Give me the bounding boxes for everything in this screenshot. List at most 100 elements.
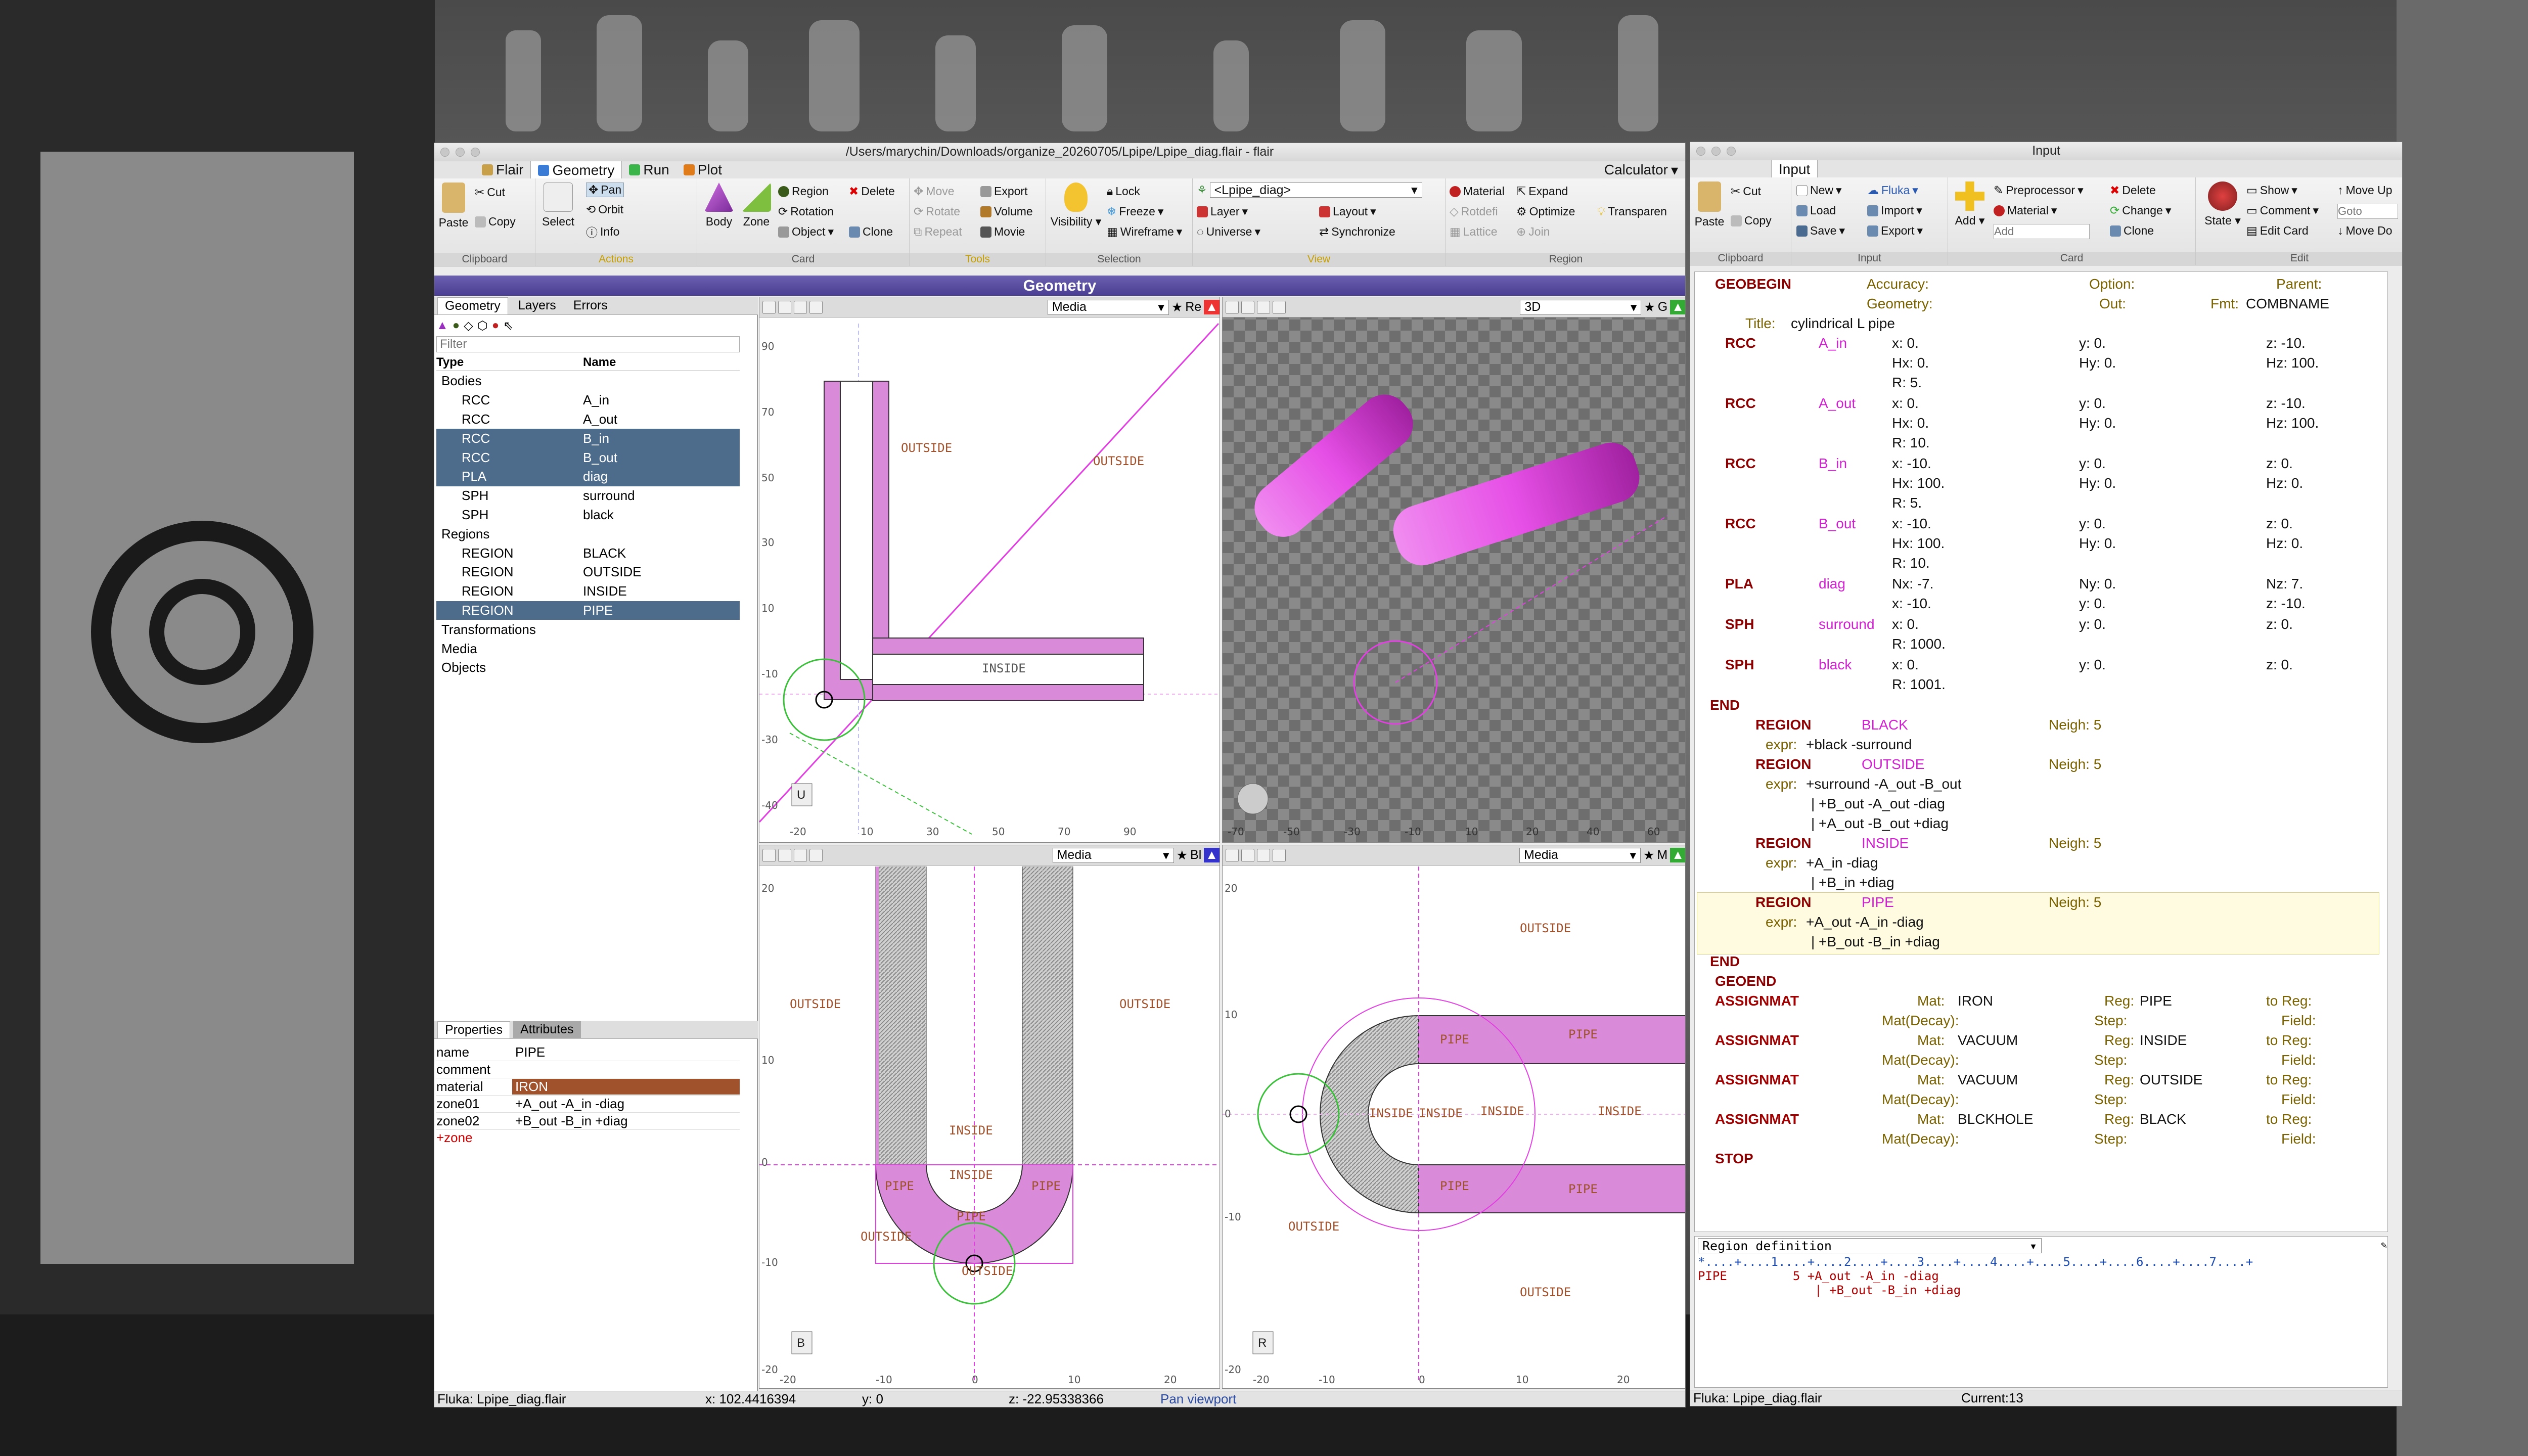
region-name[interactable]: OUTSIDE (1862, 756, 1924, 772)
tab-geometry[interactable]: Geometry (530, 160, 622, 179)
body-field[interactable]: R: 5. (1892, 375, 1922, 391)
tree-row[interactable]: REGION OUTSIDE (436, 563, 740, 582)
body-field[interactable]: y: 0. (2079, 395, 2106, 412)
export-button[interactable]: Export (980, 185, 1027, 198)
input-clone-button[interactable]: Clone (2110, 224, 2154, 238)
info-button[interactable]: ⓘ Info (586, 223, 619, 240)
add-card-input[interactable] (1994, 224, 2090, 239)
body-field[interactable]: z: 0. (2266, 456, 2293, 472)
body-field[interactable]: x: 0. (1892, 395, 1919, 412)
zoom-icon[interactable] (794, 300, 807, 314)
color-icon[interactable]: ▲ (1204, 300, 1220, 314)
body-field[interactable]: z: -10. (2266, 335, 2306, 351)
edit-card-button[interactable]: ▤ Edit Card (2246, 224, 2309, 238)
body-field[interactable]: y: 0. (2079, 335, 2106, 351)
move-down-button[interactable]: ↓ Move Do (2337, 224, 2392, 238)
card-assignmat[interactable]: ASSIGNMAT (1715, 1072, 1799, 1088)
body-field[interactable]: Hx: 0. (1892, 355, 1929, 371)
input-copy-button[interactable]: Copy (1731, 214, 1772, 228)
region-filter-icon[interactable]: ● (453, 318, 460, 333)
rotate-button[interactable]: ⟳ Rotate (914, 205, 960, 218)
tree-row[interactable]: RCC A_out (436, 410, 740, 429)
preprocessor-button[interactable]: ✎ Preprocessor ▾ (1994, 184, 2084, 197)
region-expr[interactable]: +black -surround (1806, 737, 1912, 753)
body-field[interactable]: Hy: 0. (2079, 355, 2116, 371)
input-minimize-button[interactable] (1711, 147, 1721, 156)
comment-button[interactable]: ▭ Comment ▾ (2246, 204, 2319, 217)
material-button[interactable]: Material (1450, 185, 1505, 198)
tree-row[interactable]: RCC B_out (436, 448, 740, 467)
optimize-button[interactable]: ⚙ Optimize (1516, 205, 1575, 218)
body-field[interactable]: Hx: 100. (1892, 475, 1945, 491)
universe-button[interactable]: ◌ Universe ▾ (1197, 225, 1260, 239)
star-icon[interactable]: ★ (1643, 848, 1654, 863)
region-expr[interactable]: | +A_out -B_out +diag (1811, 815, 1949, 832)
zoom-icon[interactable] (794, 848, 807, 862)
body-button[interactable]: Body (701, 183, 737, 229)
editor-line-1[interactable]: PIPE 5 +A_out -A_in -diag (1695, 1269, 2387, 1283)
body-type[interactable]: SPH (1725, 616, 1754, 632)
tree-row[interactable]: Transformations (436, 620, 740, 639)
viewport-menu-icon[interactable] (1226, 300, 1239, 314)
property-value[interactable]: PIPE (512, 1044, 740, 1060)
viewport-bottom-left[interactable]: Media ▾ ★ Bl ▲ OUTSIDE OUTSIDE INSIDE IN… (759, 845, 1220, 1389)
region-expr[interactable]: +A_in -diag (1806, 855, 1878, 871)
tree-row[interactable]: Media (436, 639, 740, 658)
tree-row[interactable]: PLA diag (436, 467, 740, 486)
body-field[interactable]: z: -10. (2266, 395, 2306, 412)
viewport-menu-icon[interactable] (1226, 848, 1239, 862)
arrow-icon[interactable] (1273, 848, 1286, 862)
viewport-mode-tr[interactable]: 3D ▾ (1520, 299, 1642, 315)
import-button[interactable]: Import ▾ (1867, 204, 1922, 217)
card-end[interactable]: END (1710, 697, 1740, 713)
body-field[interactable]: z: -10. (2266, 596, 2306, 612)
body-field[interactable]: R: 10. (1892, 555, 1930, 571)
tree-row[interactable]: REGION INSIDE (436, 582, 740, 601)
assign-mat-value[interactable]: VACUUM (1958, 1032, 2018, 1049)
edit-pencil-icon[interactable]: ✎ (2381, 1241, 2387, 1251)
region-expr[interactable]: | +B_out -B_in +diag (1811, 934, 1940, 950)
state-button[interactable]: State ▾ (2200, 181, 2245, 228)
tree-row[interactable]: REGION BLACK (436, 543, 740, 563)
body-field[interactable]: x: 0. (1892, 657, 1919, 673)
region-kw[interactable]: REGION (1755, 894, 1811, 911)
input-export-button[interactable]: Export ▾ (1867, 224, 1923, 238)
viewport-mode-br[interactable]: Media ▾ (1519, 847, 1641, 863)
goto-input[interactable] (2337, 204, 2398, 219)
editor-mode-combo[interactable]: Region definition ▾ (1698, 1238, 2042, 1253)
color-icon[interactable]: ▲ (1670, 300, 1685, 314)
body-field[interactable]: x: -10. (1892, 456, 1931, 472)
load-button[interactable]: Load (1796, 204, 1836, 217)
card-geobegin[interactable]: GEOBEGIN (1715, 276, 1791, 292)
region-expr[interactable]: | +B_in +diag (1811, 875, 1894, 891)
input-zoom-button[interactable] (1727, 147, 1736, 156)
property-row[interactable]: comment (436, 1061, 740, 1078)
orbit-button[interactable]: ⟲ Orbit (586, 203, 623, 216)
card-assignmat[interactable]: ASSIGNMAT (1715, 993, 1799, 1009)
assign-mat-value[interactable]: VACUUM (1958, 1072, 2018, 1088)
tab-errors[interactable]: Errors (566, 297, 615, 314)
tab-flair[interactable]: Flair (475, 161, 530, 179)
zone-button[interactable]: Zone (739, 183, 774, 229)
region-expr[interactable]: +A_out -A_in -diag (1806, 914, 1924, 930)
property-row[interactable]: zone01 +A_out -A_in -diag (436, 1096, 740, 1113)
card-end-2[interactable]: END (1710, 953, 1740, 970)
body-field[interactable]: x: 0. (1892, 616, 1919, 632)
body-type[interactable]: RCC (1725, 516, 1756, 532)
body-name[interactable]: A_out (1819, 395, 1856, 412)
body-name[interactable]: diag (1819, 576, 1845, 592)
viewport-menu-icon[interactable] (762, 300, 776, 314)
tree-header-type[interactable]: Type (436, 355, 583, 370)
rotation-button[interactable]: ⟳ Rotation (778, 205, 834, 218)
axis-gizmo-3d[interactable] (1237, 783, 1269, 814)
viewport-bottom-right[interactable]: Media ▾ ★ M ▲ OUTSIDE PIPE PIPE INSIDE I… (1222, 845, 1685, 1389)
body-name[interactable]: A_in (1819, 335, 1847, 351)
body-field[interactable]: y: 0. (2079, 456, 2106, 472)
body-type[interactable]: RCC (1725, 335, 1756, 351)
body-field[interactable]: Hz: 100. (2266, 355, 2319, 371)
copy-button[interactable]: Copy (475, 215, 516, 229)
object-button[interactable]: Object ▾ (778, 225, 834, 239)
visibility-button[interactable]: Visibility ▾ (1048, 183, 1104, 229)
move-up-button[interactable]: ↑ Move Up (2337, 184, 2392, 197)
card-assignmat[interactable]: ASSIGNMAT (1715, 1032, 1799, 1049)
